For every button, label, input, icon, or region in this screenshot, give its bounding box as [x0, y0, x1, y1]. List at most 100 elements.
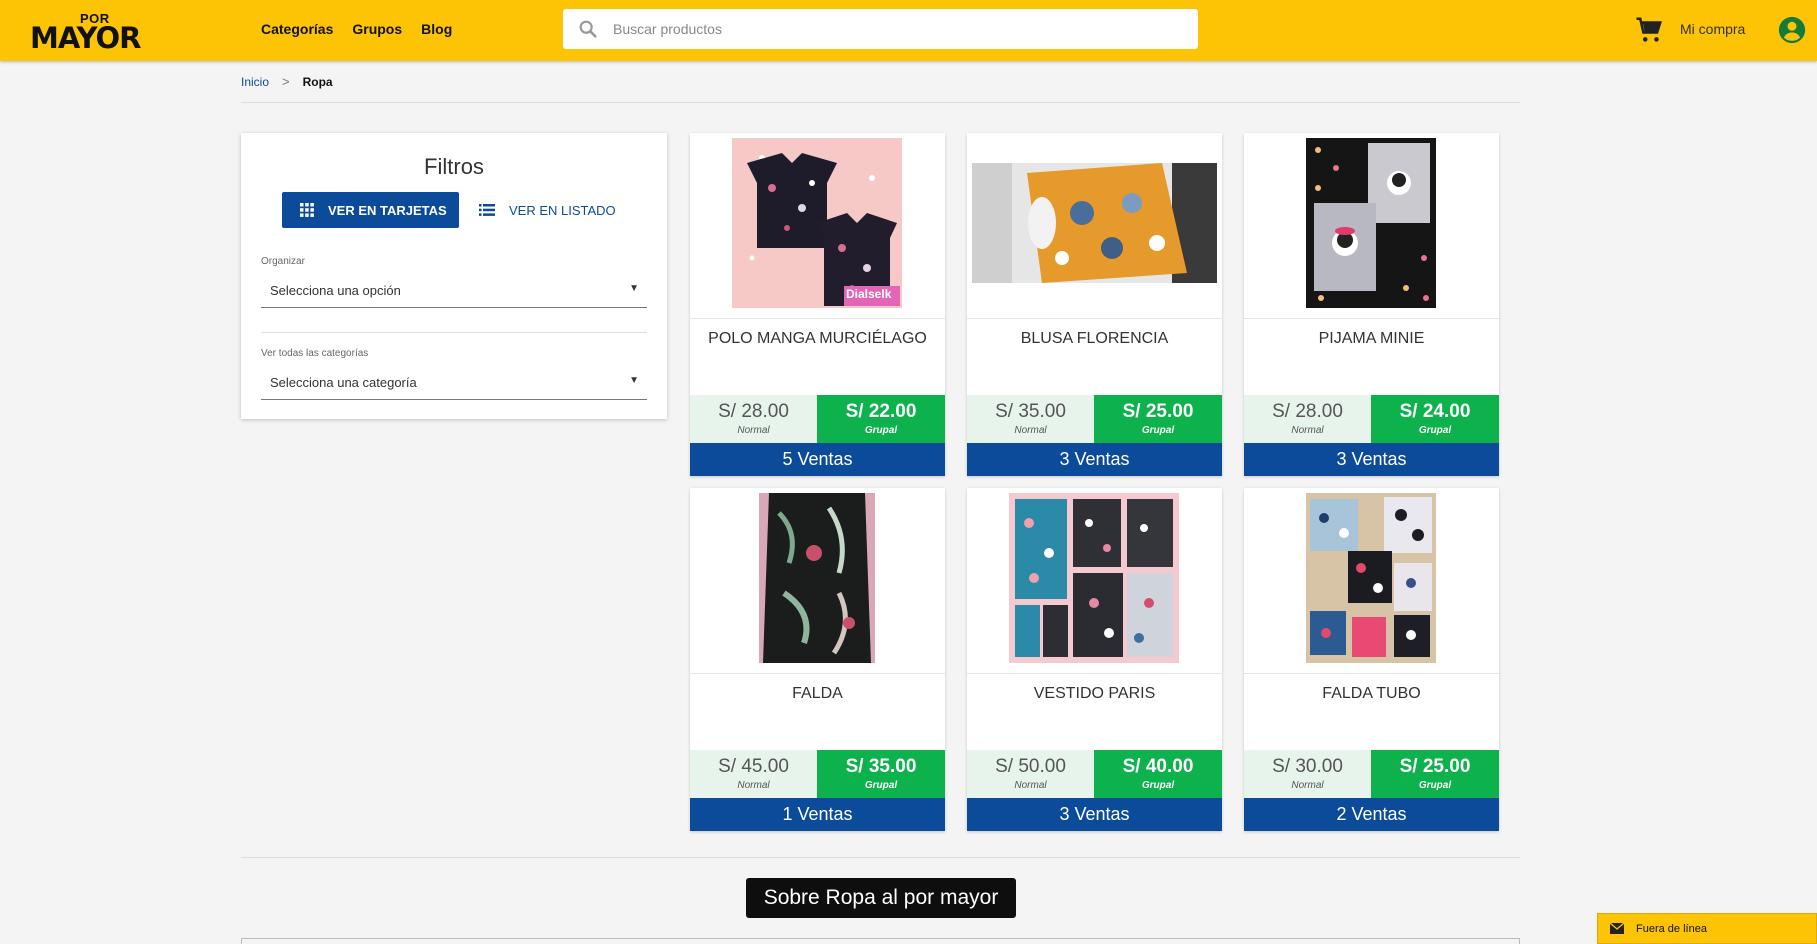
- group-price: S/ 25.00: [1122, 401, 1194, 422]
- group-price-label: Grupal: [1141, 780, 1175, 791]
- category-label: Ver todas las categorías: [261, 348, 369, 359]
- normal-price-box: S/ 28.00 Normal: [690, 395, 817, 443]
- group-price-label: Grupal: [864, 425, 898, 436]
- cart-label[interactable]: Mi compra: [1680, 21, 1745, 37]
- group-price: S/ 40.00: [1122, 756, 1194, 777]
- normal-price: S/ 35.00: [995, 401, 1066, 422]
- group-price-label: Grupal: [1418, 780, 1452, 791]
- about-content-box: [241, 938, 1520, 944]
- product-card[interactable]: FALDA TUBO S/ 30.00 Normal S/ 25.00 Grup…: [1244, 488, 1499, 831]
- sales-count: 3 Ventas: [1244, 443, 1499, 476]
- divider: [241, 857, 1520, 858]
- product-name[interactable]: VESTIDO PARIS: [967, 685, 1222, 703]
- cart-icon[interactable]: [1634, 15, 1664, 45]
- product-image-area: [1244, 133, 1499, 319]
- nav-categorias[interactable]: Categorías: [261, 21, 333, 37]
- product-name[interactable]: PIJAMA MINIE: [1244, 330, 1499, 348]
- view-list-label: VER EN LISTADO: [509, 202, 616, 218]
- group-price-box: S/ 40.00 Grupal: [1094, 750, 1222, 798]
- category-select[interactable]: Selecciona una categoría ▼: [261, 366, 647, 400]
- breadcrumb-home[interactable]: Inicio: [241, 75, 269, 89]
- group-price-box: S/ 35.00 Grupal: [817, 750, 945, 798]
- breadcrumb: Inicio > Ropa: [241, 74, 333, 89]
- product-name[interactable]: BLUSA FLORENCIA: [967, 330, 1222, 348]
- normal-price-box: S/ 45.00 Normal: [690, 750, 817, 798]
- product-image[interactable]: [1306, 493, 1436, 663]
- product-card[interactable]: Dialselk POLO MANGA MURCIÉLAGO S/ 28.00 …: [690, 133, 945, 476]
- product-image[interactable]: [759, 493, 875, 663]
- group-price-label: Grupal: [864, 780, 898, 791]
- product-name[interactable]: FALDA: [690, 685, 945, 703]
- filters-panel: Filtros VER EN TARJETAS VER EN LISTADO O…: [241, 133, 667, 419]
- product-card[interactable]: BLUSA FLORENCIA S/ 35.00 Normal S/ 25.00…: [967, 133, 1222, 476]
- sort-label: Organizar: [261, 256, 305, 267]
- nav-grupos[interactable]: Grupos: [352, 21, 402, 37]
- product-image-area: [1244, 488, 1499, 674]
- category-value: Selecciona una categoría: [270, 375, 417, 390]
- normal-price: S/ 50.00: [995, 756, 1066, 777]
- normal-price-label: Normal: [1291, 780, 1324, 791]
- normal-price-box: S/ 50.00 Normal: [967, 750, 1094, 798]
- view-list-button[interactable]: VER EN LISTADO: [479, 192, 616, 228]
- chat-widget[interactable]: Fuera de línea: [1597, 913, 1817, 944]
- group-price: S/ 22.00: [845, 401, 917, 422]
- list-icon: [479, 204, 495, 216]
- grid-icon: [300, 203, 314, 217]
- product-card[interactable]: VESTIDO PARIS S/ 50.00 Normal S/ 40.00 G…: [967, 488, 1222, 831]
- product-image[interactable]: [732, 138, 902, 308]
- normal-price: S/ 30.00: [1272, 756, 1343, 777]
- normal-price-box: S/ 30.00 Normal: [1244, 750, 1371, 798]
- chat-status: Fuera de línea: [1636, 922, 1707, 935]
- mail-icon: [1610, 923, 1624, 934]
- normal-price-label: Normal: [1291, 425, 1324, 436]
- logo[interactable]: POR MAYOR: [30, 8, 148, 55]
- search-input[interactable]: [613, 9, 1173, 49]
- sort-value: Selecciona una opción: [270, 283, 401, 298]
- normal-price-label: Normal: [737, 425, 770, 436]
- normal-price-label: Normal: [1014, 425, 1047, 436]
- filters-title: Filtros: [424, 154, 484, 179]
- main-nav: Categorías Grupos Blog: [261, 21, 452, 37]
- normal-price-box: S/ 28.00 Normal: [1244, 395, 1371, 443]
- group-price-box: S/ 22.00 Grupal: [817, 395, 945, 443]
- group-price: S/ 35.00: [845, 756, 917, 777]
- product-image-area: Dialselk: [690, 133, 945, 319]
- normal-price: S/ 45.00: [718, 756, 789, 777]
- normal-price-box: S/ 35.00 Normal: [967, 395, 1094, 443]
- group-price-box: S/ 25.00 Grupal: [1094, 395, 1222, 443]
- product-name[interactable]: FALDA TUBO: [1244, 685, 1499, 703]
- group-price-label: Grupal: [1141, 425, 1175, 436]
- dropdown-arrow-icon: ▼: [629, 283, 639, 294]
- sales-count: 5 Ventas: [690, 443, 945, 476]
- product-image[interactable]: [972, 163, 1217, 283]
- sales-count: 2 Ventas: [1244, 798, 1499, 831]
- sort-select[interactable]: Selecciona una opción ▼: [261, 274, 647, 308]
- view-cards-button[interactable]: VER EN TARJETAS: [282, 192, 459, 228]
- logo-bottom: MAYOR: [30, 21, 141, 55]
- group-price-box: S/ 25.00 Grupal: [1371, 750, 1499, 798]
- product-name[interactable]: POLO MANGA MURCIÉLAGO: [690, 330, 945, 348]
- product-image[interactable]: [1306, 138, 1436, 308]
- group-price: S/ 24.00: [1399, 401, 1471, 422]
- search-icon[interactable]: [577, 18, 599, 40]
- breadcrumb-current: Ropa: [302, 74, 333, 89]
- normal-price: S/ 28.00: [718, 401, 789, 422]
- group-price-box: S/ 24.00 Grupal: [1371, 395, 1499, 443]
- sales-count: 3 Ventas: [967, 798, 1222, 831]
- sales-count: 3 Ventas: [967, 443, 1222, 476]
- sales-count: 1 Ventas: [690, 798, 945, 831]
- about-heading: Sobre Ropa al por mayor: [746, 878, 1016, 918]
- group-price-label: Grupal: [1418, 425, 1452, 436]
- product-image-area: [967, 133, 1222, 319]
- view-cards-label: VER EN TARJETAS: [328, 202, 447, 218]
- normal-price-label: Normal: [1014, 780, 1047, 791]
- product-card[interactable]: PIJAMA MINIE S/ 28.00 Normal S/ 24.00 Gr…: [1244, 133, 1499, 476]
- product-badge: Dialselk: [846, 287, 892, 301]
- divider: [241, 102, 1520, 103]
- product-card[interactable]: FALDA S/ 45.00 Normal S/ 35.00 Grupal 1 …: [690, 488, 945, 831]
- user-icon[interactable]: [1777, 15, 1807, 45]
- product-image-area: [690, 488, 945, 674]
- header: POR MAYOR Categorías Grupos Blog Mi comp…: [0, 0, 1817, 61]
- nav-blog[interactable]: Blog: [421, 21, 452, 37]
- product-image[interactable]: [1009, 493, 1179, 663]
